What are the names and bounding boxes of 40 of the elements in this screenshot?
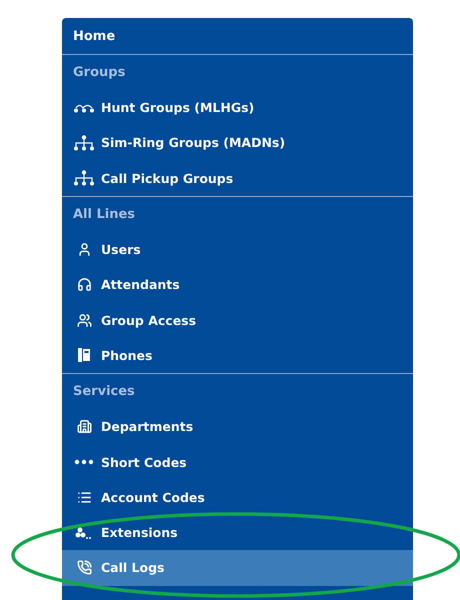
menu-item[interactable]: Extensions bbox=[62, 514, 413, 550]
menu-item[interactable]: Users bbox=[62, 232, 413, 268]
menu-item[interactable]: Departments bbox=[62, 409, 413, 444]
hunt-group-icon bbox=[73, 102, 95, 113]
section-heading: Services bbox=[72, 383, 136, 402]
network-icon bbox=[73, 134, 95, 151]
users-icon bbox=[76, 312, 92, 328]
menu-item[interactable]: Call Pickup Groups bbox=[62, 160, 413, 196]
menu-item[interactable]: Phones bbox=[62, 338, 413, 374]
menu-item[interactable]: Account Codes bbox=[62, 480, 413, 515]
section-heading: All Lines bbox=[72, 206, 136, 224]
section-heading: Groups bbox=[72, 64, 126, 82]
menu-item-label: Attendants bbox=[101, 277, 180, 292]
menu-item-label: Sim-Ring Groups (MADNs) bbox=[101, 135, 286, 150]
building-icon bbox=[76, 419, 92, 434]
headset-icon bbox=[76, 277, 92, 292]
menu-item[interactable]: Call Logs bbox=[62, 550, 413, 586]
menu-item[interactable]: Sim-Ring Groups (MADNs) bbox=[62, 125, 413, 161]
menu-item-label: Users bbox=[101, 242, 141, 258]
dots-icon bbox=[74, 459, 94, 466]
phone-icon bbox=[76, 560, 92, 576]
menu-item-label: Call Logs bbox=[101, 560, 164, 576]
menu-item-label: Departments bbox=[101, 419, 194, 434]
menu-item[interactable]: Group Access bbox=[62, 302, 413, 338]
menu-item-label: Extensions bbox=[101, 525, 178, 540]
menu-item-label: Group Access bbox=[101, 312, 196, 328]
menu-item-label: Phones bbox=[101, 348, 152, 363]
menu-item[interactable]: Short Codes bbox=[62, 444, 413, 480]
menu-item-label: Short Codes bbox=[101, 454, 187, 470]
menu-item-label: Account Codes bbox=[101, 490, 205, 505]
list-icon bbox=[76, 490, 92, 505]
menu-item-label: Call Pickup Groups bbox=[101, 170, 234, 186]
home-link[interactable]: Home bbox=[62, 18, 413, 55]
desk-phone-icon bbox=[78, 348, 90, 362]
network-icon bbox=[73, 170, 95, 186]
menu-item[interactable]: Attendants bbox=[62, 267, 413, 302]
menu-item-label: Hunt Groups (MLHGs) bbox=[101, 100, 254, 116]
extensions-icon bbox=[75, 526, 93, 540]
menu-item[interactable]: Hunt Groups (MLHGs) bbox=[62, 90, 413, 126]
user-icon bbox=[76, 242, 92, 258]
